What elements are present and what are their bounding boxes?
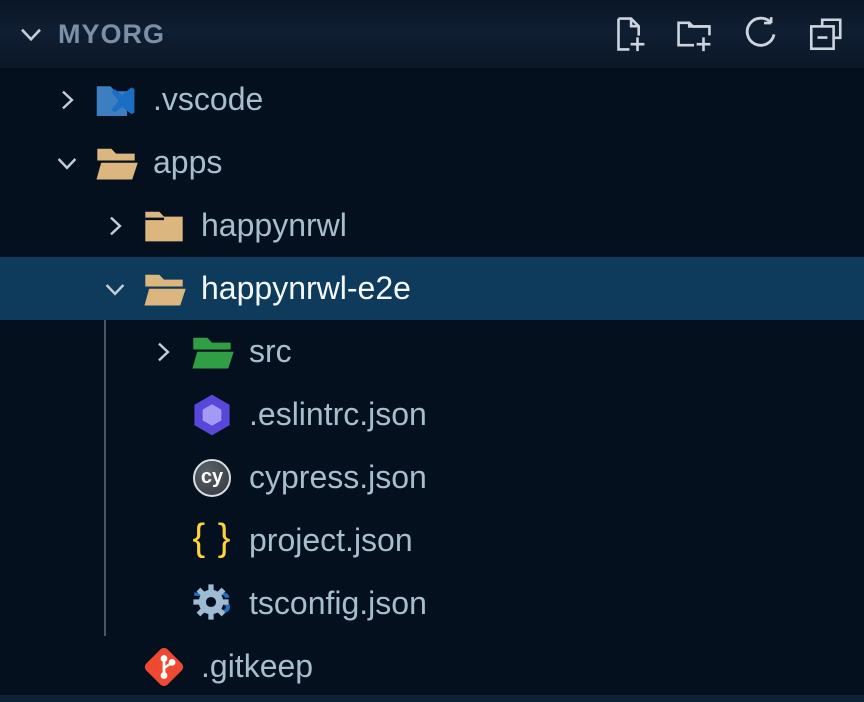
indent-spacer: [0, 540, 148, 541]
tree-item-label: happynrwl: [201, 207, 347, 244]
tree-item-label: apps: [153, 144, 222, 181]
new-file-icon: [609, 15, 647, 53]
tree-item-eslintrc-json[interactable]: .eslintrc.json: [0, 383, 864, 446]
bottom-strip: [0, 695, 864, 702]
tree-item-tsconfig-json[interactable]: TS tsconfig.json: [0, 572, 864, 635]
indent-spacer: [0, 99, 52, 100]
indent-spacer: [0, 603, 148, 604]
new-folder-icon: [675, 15, 713, 53]
tree-item-label: happynrwl-e2e: [201, 270, 411, 307]
git-logo: [143, 645, 185, 687]
vscode-folder-icon: [94, 78, 138, 122]
tree-item-cypress-json[interactable]: cy cypress.json: [0, 446, 864, 509]
braces-glyph: { }: [193, 519, 232, 563]
chevron-right-icon[interactable]: [52, 85, 82, 115]
tree-item-label: .vscode: [153, 81, 263, 118]
typescript-config-icon: TS: [190, 582, 234, 626]
twistie-spacer: [148, 526, 178, 556]
refresh-icon: [741, 15, 779, 53]
indent-spacer: [0, 351, 148, 352]
folder-open-icon: [142, 267, 186, 311]
explorer-sidebar: MYORG: [0, 0, 864, 702]
tree-item-vscode[interactable]: .vscode: [0, 68, 864, 131]
tree-item-happynrwl-e2e[interactable]: happynrwl-e2e: [0, 257, 864, 320]
new-folder-button[interactable]: [674, 14, 714, 54]
explorer-section-header[interactable]: MYORG: [0, 0, 864, 68]
twistie-spacer: [148, 589, 178, 619]
tree-item-happynrwl[interactable]: happynrwl: [0, 194, 864, 257]
tree-item-label: .gitkeep: [201, 648, 313, 685]
collapse-all-button[interactable]: [806, 14, 846, 54]
tree-item-project-json[interactable]: { } project.json: [0, 509, 864, 572]
section-title: MYORG: [58, 19, 165, 50]
eslint-icon: [190, 393, 234, 437]
json-braces-icon: { }: [190, 519, 234, 563]
src-folder-icon: [190, 330, 234, 374]
cypress-logo: cy: [193, 459, 231, 497]
tree-item-gitkeep[interactable]: .gitkeep: [0, 635, 864, 698]
refresh-button[interactable]: [740, 14, 780, 54]
header-actions: [608, 14, 846, 54]
twistie-spacer: [148, 400, 178, 430]
tree-item-label: .eslintrc.json: [249, 396, 427, 433]
new-file-button[interactable]: [608, 14, 648, 54]
indent-spacer: [0, 288, 100, 289]
gear-icon: [189, 580, 233, 624]
folder-open-icon: [94, 141, 138, 185]
twistie-spacer: [148, 463, 178, 493]
file-tree: .vscode apps happynrwl happynrwl-e2e src .esl…: [0, 68, 864, 698]
folder-closed-icon: [142, 204, 186, 248]
chevron-right-icon[interactable]: [100, 211, 130, 241]
cypress-icon: cy: [190, 456, 234, 500]
tree-item-src[interactable]: src: [0, 320, 864, 383]
chevron-right-icon[interactable]: [148, 337, 178, 367]
twistie-spacer: [100, 652, 130, 682]
collapse-all-icon: [807, 15, 845, 53]
indent-spacer: [0, 225, 100, 226]
tree-item-label: cypress.json: [249, 459, 427, 496]
chevron-down-icon[interactable]: [52, 148, 82, 178]
indent-spacer: [0, 162, 52, 163]
tree-item-label: tsconfig.json: [249, 585, 427, 622]
indent-spacer: [0, 477, 148, 478]
tree-item-label: project.json: [249, 522, 413, 559]
chevron-down-icon[interactable]: [100, 274, 130, 304]
indent-spacer: [0, 666, 100, 667]
tree-item-apps[interactable]: apps: [0, 131, 864, 194]
tree-item-label: src: [249, 333, 292, 370]
chevron-down-icon[interactable]: [16, 19, 46, 49]
git-icon: [142, 645, 186, 689]
indent-spacer: [0, 414, 148, 415]
